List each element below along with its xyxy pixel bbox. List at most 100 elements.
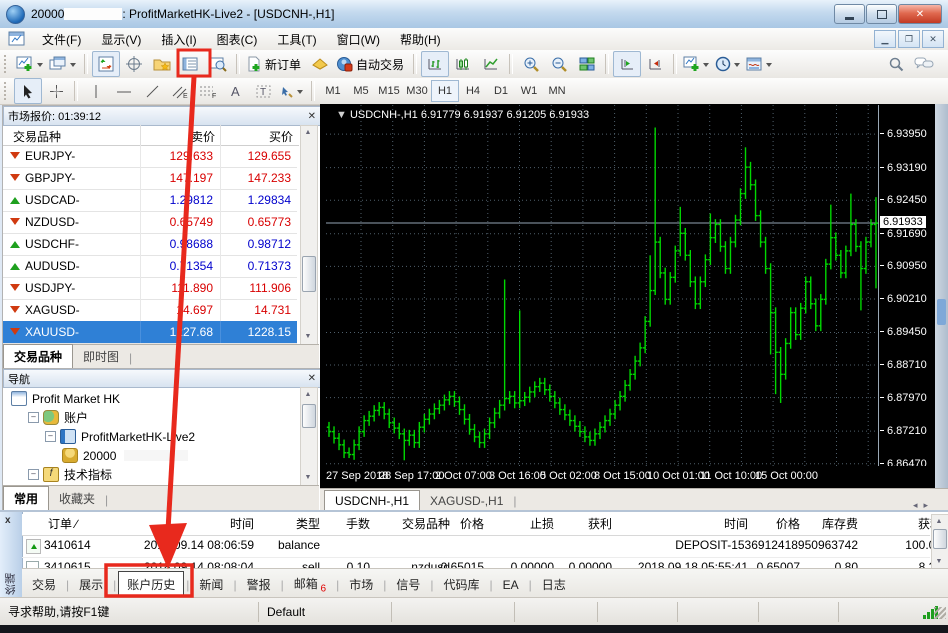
terminal-column-headers[interactable]: 订单 ∕时间类型手数交易品种价格止损获利时间价格库存费获利 bbox=[22, 514, 930, 536]
chart-tab-1[interactable]: XAGUSD-,H1 bbox=[420, 491, 513, 511]
terminal-tab-账户历史[interactable]: 账户历史 bbox=[118, 571, 184, 598]
terminal-tab-新闻[interactable]: 新闻 bbox=[191, 572, 231, 597]
terminal-row-3410614[interactable]: 34106142018.09.14 08:06:59balanceDEPOSIT… bbox=[22, 535, 930, 558]
period-button-m30[interactable]: M30 bbox=[403, 80, 431, 102]
horizontal-line-button[interactable] bbox=[110, 78, 138, 104]
chart-minimize-button[interactable]: ▁ bbox=[874, 30, 896, 48]
chart-plot[interactable]: ▼ USDCNH-,H1 6.91779 6.91937 6.91205 6.9… bbox=[326, 105, 879, 466]
symbol-row-GBPJPY[interactable]: GBPJPY-147.197147.233 bbox=[3, 167, 297, 190]
trendline-button[interactable] bbox=[138, 78, 166, 104]
strategy-tester-button[interactable] bbox=[204, 51, 232, 77]
bar-chart-mode-button[interactable] bbox=[421, 51, 449, 77]
symbol-row-AUDUSD[interactable]: AUDUSD-0.713540.71373 bbox=[3, 255, 297, 278]
terminal-tab-市场[interactable]: 市场 bbox=[341, 572, 381, 597]
terminal-tab-邮箱[interactable]: 邮箱 6 bbox=[286, 571, 334, 598]
vertical-line-button[interactable] bbox=[82, 78, 110, 104]
column-header-symbol[interactable]: 交易品种 bbox=[13, 128, 61, 145]
terminal-row-3410615[interactable]: 34106152018.09.14 08:08:04sell0.10nzdusd… bbox=[22, 557, 930, 568]
chart-shift-button[interactable] bbox=[613, 51, 641, 77]
tile-windows-button[interactable] bbox=[573, 51, 601, 77]
terminal-tab-警报[interactable]: 警报 bbox=[239, 572, 279, 597]
price-axis[interactable]: 6.939506.931906.924506.916906.909506.902… bbox=[879, 105, 935, 466]
market-watch-close-icon[interactable]: ✕ bbox=[308, 111, 316, 122]
navigator-close-icon[interactable]: ✕ bbox=[308, 373, 316, 384]
minimize-button[interactable] bbox=[834, 4, 865, 24]
chart-scrollbar[interactable] bbox=[935, 104, 948, 488]
candlestick-mode-button[interactable] bbox=[449, 51, 477, 77]
tree-item-技术指标[interactable]: –f技术指标 bbox=[28, 465, 112, 484]
menu-item-tools[interactable]: 工具(T) bbox=[267, 30, 326, 50]
tree-expand-icon[interactable]: – bbox=[45, 431, 56, 442]
arrows-button[interactable] bbox=[278, 78, 307, 104]
text-label-button[interactable]: T bbox=[250, 78, 278, 104]
terminal-close-icon[interactable]: x bbox=[5, 515, 11, 526]
menu-item-window[interactable]: 窗口(W) bbox=[327, 30, 390, 50]
periods-button[interactable] bbox=[713, 51, 744, 77]
terminal-tab-信号[interactable]: 信号 bbox=[388, 572, 428, 597]
templates-button[interactable] bbox=[744, 51, 776, 77]
chart-restore-button[interactable]: ❐ bbox=[898, 30, 920, 48]
period-button-m15[interactable]: M15 bbox=[375, 80, 403, 102]
indicators-button[interactable] bbox=[681, 51, 713, 77]
menu-item-help[interactable]: 帮助(H) bbox=[390, 30, 451, 50]
chart-tab-0[interactable]: USDCNH-,H1 bbox=[324, 490, 420, 511]
new-chart-button[interactable] bbox=[14, 51, 47, 77]
resize-grip[interactable] bbox=[934, 607, 946, 619]
terminal-scrollbar[interactable]: ▲▼ bbox=[931, 514, 948, 570]
period-button-w1[interactable]: W1 bbox=[515, 80, 543, 102]
fibonacci-button[interactable]: F bbox=[194, 78, 222, 104]
search-button[interactable] bbox=[882, 51, 910, 77]
navigator-button[interactable] bbox=[148, 51, 176, 77]
column-header-ask[interactable]: 买价 bbox=[269, 128, 293, 145]
terminal-tab-交易[interactable]: 交易 bbox=[24, 572, 64, 597]
menu-item-file[interactable]: 文件(F) bbox=[32, 30, 91, 50]
terminal-tab-展示[interactable]: 展示 bbox=[71, 572, 111, 597]
navigator-tab-1[interactable]: 收藏夹 bbox=[49, 487, 105, 510]
navigator-tab-0[interactable]: 常用 bbox=[3, 486, 49, 510]
market-watch-header[interactable]: 市场报价: 01:39:12 ✕ bbox=[3, 106, 321, 126]
terminal-tab-日志[interactable]: 日志 bbox=[534, 572, 574, 597]
period-button-h4[interactable]: H4 bbox=[459, 80, 487, 102]
column-header-bid[interactable]: 卖价 bbox=[191, 128, 215, 145]
symbol-row-USDJPY[interactable]: USDJPY-111.890111.906 bbox=[3, 277, 297, 300]
period-button-d1[interactable]: D1 bbox=[487, 80, 515, 102]
market-watch-button[interactable] bbox=[92, 51, 120, 77]
terminal-column-0[interactable]: 订单 ∕ bbox=[48, 514, 77, 534]
market-watch-column-header[interactable]: 交易品种 卖价 买价 bbox=[3, 125, 299, 146]
menu-item-insert[interactable]: 插入(I) bbox=[151, 30, 206, 50]
toolbar-grip[interactable] bbox=[4, 82, 10, 100]
menu-item-view[interactable]: 显示(V) bbox=[91, 30, 151, 50]
market-watch-tab-0[interactable]: 交易品种 bbox=[3, 344, 73, 368]
symbol-row-EURJPY[interactable]: EURJPY-129.633129.655 bbox=[3, 145, 297, 168]
symbol-row-XAGUSD[interactable]: XAGUSD-14.69714.731 bbox=[3, 299, 297, 322]
period-button-m5[interactable]: M5 bbox=[347, 80, 375, 102]
terminal-column-7[interactable]: 获利 bbox=[482, 514, 612, 534]
terminal-tab-EA[interactable]: EA bbox=[495, 574, 527, 596]
status-profile[interactable]: Default bbox=[259, 602, 392, 622]
terminal-button[interactable] bbox=[176, 51, 204, 77]
symbol-row-XAUUSD[interactable]: XAUUSD-1227.681228.15 bbox=[3, 321, 297, 344]
tree-item-账户[interactable]: –账户 bbox=[28, 408, 88, 427]
time-axis[interactable]: 27 Sep 201828 Sep 17:002 Oct 07:003 Oct … bbox=[326, 466, 935, 487]
zoom-in-button[interactable] bbox=[517, 51, 545, 77]
terminal-tab-代码库[interactable]: 代码库 bbox=[435, 572, 487, 597]
tree-item-Profit Market HK[interactable]: Profit Market HK bbox=[11, 389, 120, 408]
zoom-out-button[interactable] bbox=[545, 51, 573, 77]
channel-button[interactable]: E bbox=[166, 78, 194, 104]
market-watch-tab-1[interactable]: 即时图 bbox=[73, 345, 129, 368]
navigator-scrollbar[interactable]: ▲▼ bbox=[300, 387, 318, 486]
symbol-row-USDCAD[interactable]: USDCAD-1.298121.29834 bbox=[3, 189, 297, 212]
chart-profiles-button[interactable] bbox=[47, 51, 80, 77]
market-watch-scrollbar[interactable]: ▲▼ bbox=[300, 125, 318, 345]
tree-expand-icon[interactable]: – bbox=[28, 412, 39, 423]
menu-item-charts[interactable]: 图表(C) bbox=[207, 30, 268, 50]
terminal-column-11[interactable]: 获利 bbox=[812, 514, 942, 534]
line-chart-mode-button[interactable] bbox=[477, 51, 505, 77]
toolbar-grip[interactable] bbox=[4, 55, 10, 73]
new-order-button[interactable]: 新订单 bbox=[244, 51, 306, 77]
chart-close-button[interactable]: ✕ bbox=[922, 30, 944, 48]
period-button-m1[interactable]: M1 bbox=[319, 80, 347, 102]
cursor-button[interactable] bbox=[14, 78, 42, 104]
restore-button[interactable] bbox=[866, 4, 897, 24]
crosshair-button[interactable] bbox=[42, 78, 70, 104]
